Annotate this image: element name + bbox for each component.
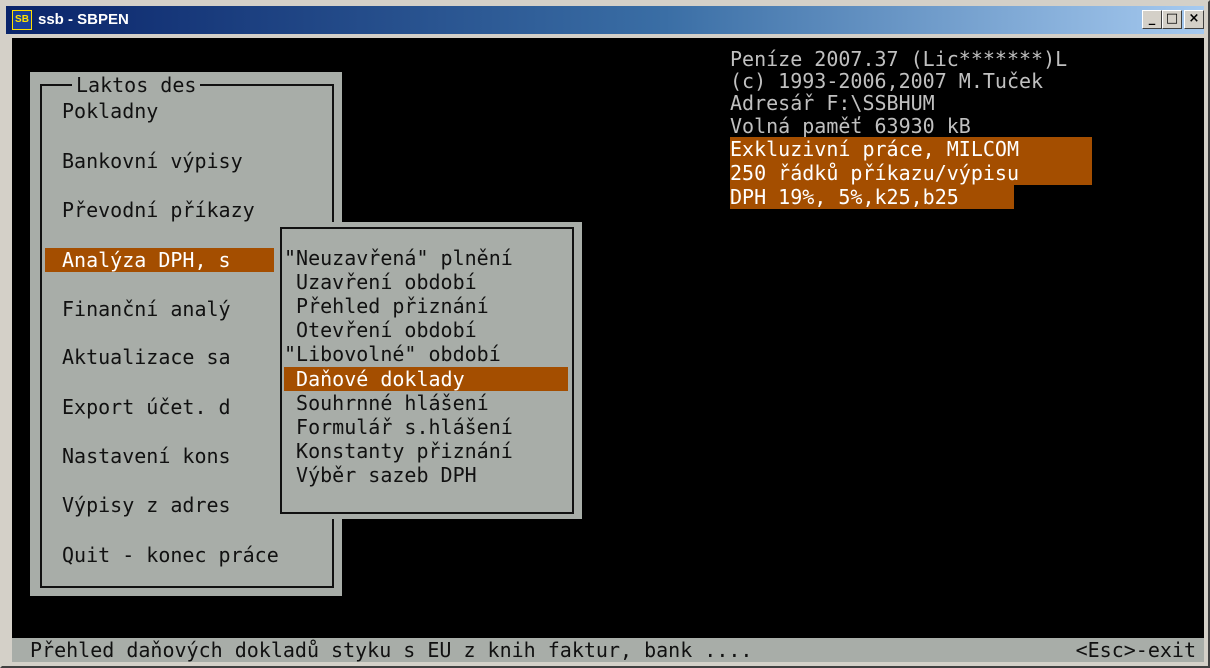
- info-copyright: (c) 1993-2006,2007 M.Tuček: [730, 69, 1044, 93]
- submenu-item-danove-doklady[interactable]: Daňové doklady: [284, 367, 568, 391]
- info-memory: Volná paměť 63930 kB: [730, 114, 971, 138]
- title-bar[interactable]: SB ssb - SBPEN _ □ ×: [6, 6, 1204, 34]
- submenu-item-souhrnne-hlaseni[interactable]: Souhrnné hlášení: [284, 391, 489, 415]
- submenu-item-libovolne-obdobi[interactable]: "Libovolné" období: [284, 342, 501, 366]
- console-screen: Peníze 2007.37 (Lic*******)L (c) 1993-20…: [12, 38, 1204, 662]
- submenu-item-konstanty-priznani[interactable]: Konstanty přiznání: [284, 439, 513, 463]
- dph-submenu-panel: "Neuzavřená" plnění Uzavření období Přeh…: [274, 222, 582, 519]
- info-version: Peníze 2007.37 (Lic*******)L: [730, 47, 1068, 71]
- submenu-item-neuzavrena-plneni[interactable]: "Neuzavřená" plnění: [284, 246, 513, 270]
- app-icon[interactable]: SB: [12, 10, 32, 30]
- menu-item-aktualizace[interactable]: Aktualizace sa: [62, 345, 231, 369]
- info-directory: Adresář F:\SSBHUM: [730, 91, 935, 115]
- menu-item-bankovni-vypisy[interactable]: Bankovní výpisy: [62, 149, 243, 173]
- submenu-item-otevreni-obdobi[interactable]: Otevření období: [284, 318, 477, 342]
- menu-item-export-ucet[interactable]: Export účet. d: [62, 395, 231, 419]
- menu-item-vypisy-z-adres[interactable]: Výpisy z adres: [62, 493, 231, 517]
- submenu-item-prehled-priznani[interactable]: Přehled přiznání: [284, 294, 489, 318]
- menu-item-nastaveni-konstant[interactable]: Nastavení kons: [62, 444, 231, 468]
- esc-exit-hint[interactable]: <Esc>-exit: [1076, 638, 1196, 662]
- submenu-item-vyber-sazeb-dph[interactable]: Výběr sazeb DPH: [284, 463, 477, 487]
- submenu-item-uzavreni-obdobi[interactable]: Uzavření období: [284, 270, 477, 294]
- menu-item-analyza-dph[interactable]: Analýza DPH, s: [45, 248, 291, 272]
- submenu-item-formular-shlaseni[interactable]: Formulář s.hlášení: [284, 415, 513, 439]
- status-text: Přehled daňových dokladů styku s EU z kn…: [30, 638, 753, 662]
- info-vat-rates: DPH 19%, 5%,k25,b25: [730, 185, 1014, 209]
- status-bar: Přehled daňových dokladů styku s EU z kn…: [12, 638, 1204, 662]
- info-exclusive: Exkluzivní práce, MILCOM: [730, 137, 1092, 161]
- menu-item-prevodni-prikazy[interactable]: Převodní příkazy: [62, 198, 255, 222]
- maximize-button[interactable]: □: [1162, 10, 1182, 29]
- main-menu-title: Laktos des: [72, 73, 201, 97]
- close-button[interactable]: ×: [1184, 10, 1204, 29]
- menu-item-financni-analyza[interactable]: Finanční analý: [62, 297, 231, 321]
- app-window: SB ssb - SBPEN _ □ × Peníze 2007.37 (Lic…: [0, 0, 1210, 668]
- menu-item-quit[interactable]: Quit - konec práce: [62, 543, 279, 567]
- window-title: ssb - SBPEN: [38, 11, 129, 28]
- menu-item-pokladny[interactable]: Pokladny: [62, 99, 158, 123]
- minimize-button[interactable]: _: [1142, 10, 1162, 29]
- info-rows: 250 řádků příkazu/výpisu: [730, 161, 1092, 185]
